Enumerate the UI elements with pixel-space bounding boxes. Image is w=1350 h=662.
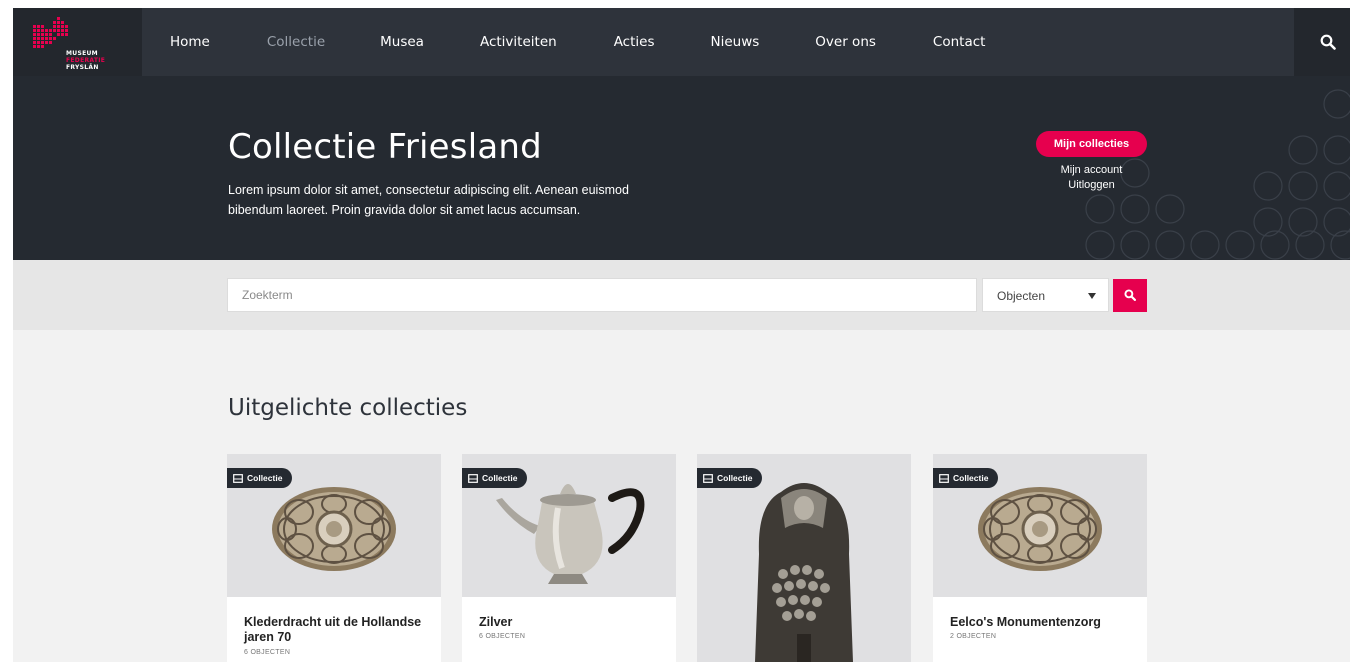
collection-card-image: Collectie [227, 454, 441, 597]
collection-badge-label: Collectie [247, 473, 283, 483]
collection-card-title: Eelco's Monumentenzorg [950, 615, 1101, 629]
collection-card[interactable]: Collectie Zilver 6 OBJECTEN [462, 454, 676, 662]
nav-nieuws[interactable]: Nieuws [711, 34, 760, 50]
collection-badge: Collectie [933, 468, 999, 488]
nav-home[interactable]: Home [170, 34, 210, 50]
search-icon [1124, 289, 1136, 301]
logo-line-2: FEDERATIE [66, 57, 106, 64]
nav-musea[interactable]: Musea [380, 34, 424, 50]
collection-icon [233, 473, 243, 483]
nav-acties[interactable]: Acties [614, 34, 655, 50]
caret-down-icon [1088, 293, 1096, 299]
collection-card-count: 6 OBJECTEN [479, 633, 526, 640]
collection-card-count: 2 OBJECTEN [950, 633, 997, 640]
collection-card[interactable]: Collectie Klederdracht uit de Hollandse … [227, 454, 441, 662]
collection-card-body: Klederdracht uit de Hollandse jaren 70 6… [227, 597, 441, 662]
nav-over-ons[interactable]: Over ons [815, 34, 876, 50]
collection-card-title: Klederdracht uit de Hollandse jaren 70 [244, 615, 422, 644]
collection-card-image: Collectie [697, 454, 911, 662]
collection-badge: Collectie [227, 468, 293, 488]
hero-description-line-1: Lorem ipsum dolor sit amet, consectetur … [228, 183, 629, 197]
nav-search-button[interactable] [1294, 8, 1350, 76]
collection-card-title: Zilver [479, 615, 513, 629]
logo-line-3: FRYSLÂN [66, 64, 99, 71]
hero-description: Lorem ipsum dolor sit amet, consectetur … [228, 180, 688, 220]
page: MUSEUM FEDERATIE FRYSLÂN Home Collectie … [0, 0, 1350, 662]
collection-badge: Collectie [697, 468, 763, 488]
nav-activiteiten[interactable]: Activiteiten [480, 34, 557, 50]
mijn-collecties-button[interactable]: Mijn collecties [1036, 131, 1147, 157]
search-submit-button[interactable] [1113, 279, 1147, 312]
featured-collections-heading: Uitgelichte collecties [228, 395, 468, 421]
hero-banner [13, 76, 1350, 260]
collection-card-image: Collectie [462, 454, 676, 597]
logo-wordmark: MUSEUM FEDERATIE FRYSLÂN [66, 50, 105, 71]
page-title: Collectie Friesland [228, 127, 542, 167]
collection-icon [939, 473, 949, 483]
collection-card[interactable]: Collectie Eelco's Monumentenzorg 2 OBJEC… [933, 454, 1147, 662]
collection-card-image: Collectie [933, 454, 1147, 597]
collection-card-body: Zilver 6 OBJECTEN [462, 597, 676, 662]
collection-icon [468, 473, 478, 483]
search-type-select[interactable]: Objecten [982, 278, 1109, 312]
logo-line-1: MUSEUM [66, 50, 98, 57]
search-type-value: Objecten [997, 289, 1046, 303]
museum-federatie-logo[interactable]: MUSEUM FEDERATIE FRYSLÂN [13, 8, 142, 76]
collection-card-count: 6 OBJECTEN [244, 649, 291, 656]
nav-contact[interactable]: Contact [933, 34, 986, 50]
collection-card-body: Eelco's Monumentenzorg 2 OBJECTEN [933, 597, 1147, 662]
collection-icon [703, 473, 713, 483]
search-input[interactable] [227, 278, 977, 312]
collection-badge-label: Collectie [717, 473, 753, 483]
main-content [13, 330, 1350, 662]
logo-mark-icon [33, 17, 68, 48]
nav-collectie[interactable]: Collectie [267, 34, 325, 50]
hero-description-line-2: bibendum laoreet. Proin gravida dolor si… [228, 203, 581, 217]
mijn-account-link[interactable]: Mijn account [1036, 164, 1147, 176]
collection-card[interactable]: Collectie [697, 454, 911, 662]
search-icon [1320, 34, 1336, 50]
uitloggen-link[interactable]: Uitloggen [1036, 179, 1147, 191]
collection-badge-label: Collectie [482, 473, 518, 483]
circle-pattern-decoration [1085, 89, 1350, 260]
main-menu: Home Collectie Musea Activiteiten Acties… [150, 8, 985, 76]
collection-badge-label: Collectie [953, 473, 989, 483]
collection-badge: Collectie [462, 468, 528, 488]
